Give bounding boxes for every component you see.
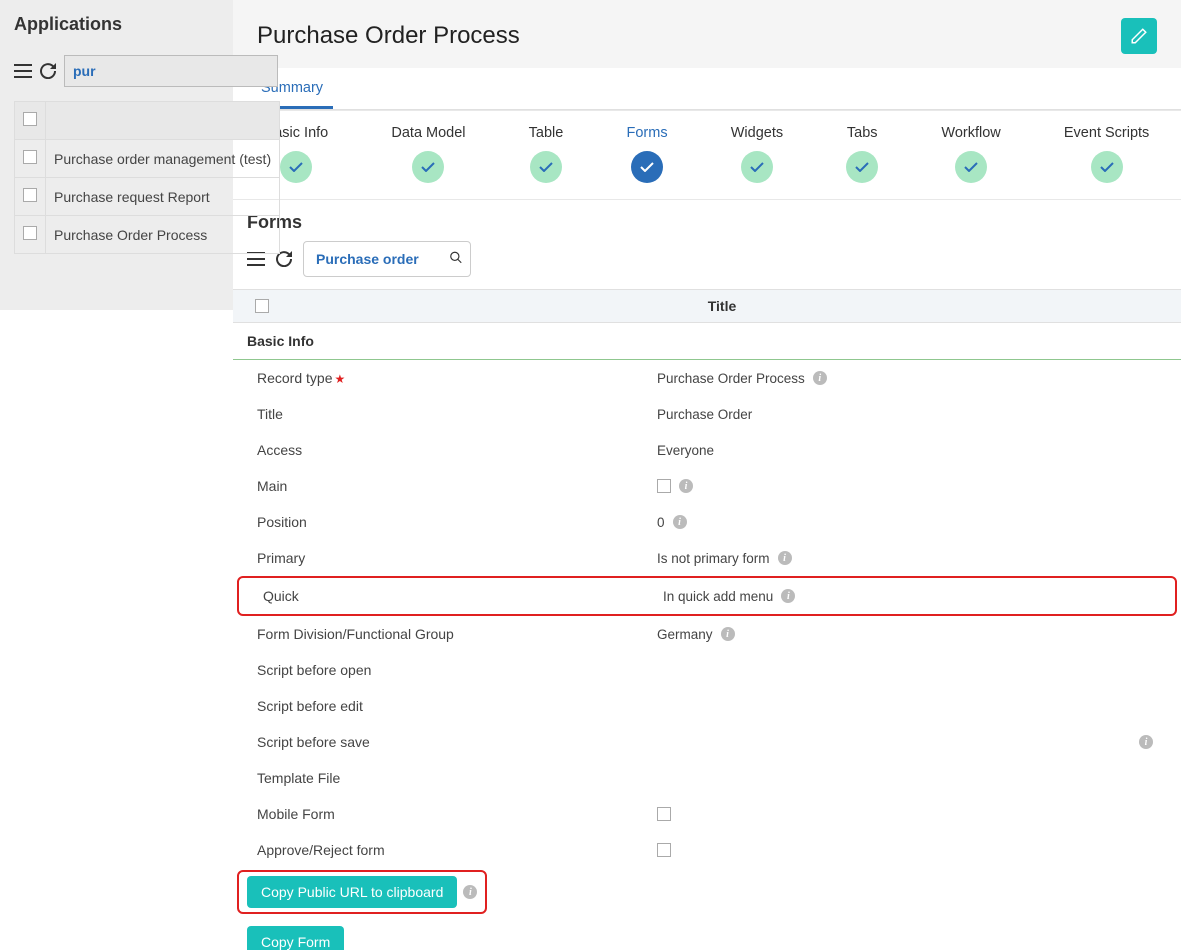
check-icon bbox=[631, 151, 663, 183]
step-workflow[interactable]: Workflow bbox=[941, 125, 1000, 183]
copy-url-button[interactable]: Copy Public URL to clipboard bbox=[247, 876, 457, 908]
field-template: Template File bbox=[233, 760, 1181, 796]
step-table[interactable]: Table bbox=[529, 125, 564, 183]
applications-table: Purchase order management (test) Purchas… bbox=[14, 101, 280, 254]
info-icon[interactable]: i bbox=[1139, 735, 1153, 749]
info-icon[interactable]: i bbox=[679, 479, 693, 493]
copy-form-row: Copy Form bbox=[233, 922, 1181, 950]
row-checkbox[interactable] bbox=[23, 188, 37, 202]
info-icon[interactable]: i bbox=[463, 885, 477, 899]
forms-section-title: Forms bbox=[233, 208, 1181, 241]
check-icon bbox=[955, 151, 987, 183]
refresh-icon[interactable] bbox=[40, 62, 56, 80]
check-icon bbox=[741, 151, 773, 183]
mobile-checkbox[interactable] bbox=[657, 807, 671, 821]
field-primary: Primary Is not primary formi bbox=[233, 540, 1181, 576]
search-icon[interactable] bbox=[449, 251, 463, 268]
field-record-type: Record type★ Purchase Order Processi bbox=[233, 360, 1181, 396]
info-icon[interactable]: i bbox=[813, 371, 827, 385]
info-icon[interactable]: i bbox=[673, 515, 687, 529]
main-panel: Purchase Order Process Summary Basic Inf… bbox=[233, 0, 1181, 950]
row-checkbox[interactable] bbox=[23, 226, 37, 240]
field-script-edit: Script before edit bbox=[233, 688, 1181, 724]
check-icon bbox=[846, 151, 878, 183]
table-row[interactable]: Purchase Order Process bbox=[15, 216, 280, 254]
sidebar: Applications Purchase order management (… bbox=[0, 0, 233, 268]
tab-bar: Summary bbox=[233, 68, 1181, 110]
check-icon bbox=[1091, 151, 1123, 183]
sidebar-title: Applications bbox=[14, 14, 219, 35]
check-icon bbox=[412, 151, 444, 183]
field-quick: Quick In quick add menui bbox=[237, 576, 1177, 616]
content: Forms Title Basic Info Record type★ Purc… bbox=[233, 200, 1181, 950]
select-all-forms-checkbox[interactable] bbox=[255, 299, 269, 313]
column-title: Title bbox=[277, 298, 1167, 314]
check-icon bbox=[280, 151, 312, 183]
app-name: Purchase order management (test) bbox=[46, 140, 280, 178]
field-access: Access Everyone bbox=[233, 432, 1181, 468]
info-icon[interactable]: i bbox=[721, 627, 735, 641]
field-script-open: Script before open bbox=[233, 652, 1181, 688]
field-approve: Approve/Reject form bbox=[233, 832, 1181, 868]
field-mobile: Mobile Form bbox=[233, 796, 1181, 832]
page-title: Purchase Order Process bbox=[257, 22, 520, 50]
check-icon bbox=[530, 151, 562, 183]
step-data-model[interactable]: Data Model bbox=[391, 125, 465, 183]
app-name: Purchase Order Process bbox=[46, 216, 280, 254]
info-icon[interactable]: i bbox=[781, 589, 795, 603]
edit-button[interactable] bbox=[1121, 18, 1157, 54]
step-forms[interactable]: Forms bbox=[626, 125, 667, 183]
app-name: Purchase request Report bbox=[46, 178, 280, 216]
main-checkbox[interactable] bbox=[657, 479, 671, 493]
field-position: Position 0i bbox=[233, 504, 1181, 540]
basic-info-heading: Basic Info bbox=[233, 323, 1181, 360]
field-title: Title Purchase Order bbox=[233, 396, 1181, 432]
select-all-checkbox[interactable] bbox=[23, 112, 37, 126]
table-row[interactable]: Purchase order management (test) bbox=[15, 140, 280, 178]
step-widgets[interactable]: Widgets bbox=[731, 125, 783, 183]
field-script-save: Script before save i bbox=[233, 724, 1181, 760]
steps-nav: Basic Info Data Model Table Forms Widget… bbox=[233, 110, 1181, 200]
field-division: Form Division/Functional Group Germanyi bbox=[233, 616, 1181, 652]
row-checkbox[interactable] bbox=[23, 150, 37, 164]
field-main: Main i bbox=[233, 468, 1181, 504]
step-event-scripts[interactable]: Event Scripts bbox=[1064, 125, 1149, 183]
sidebar-search-input[interactable] bbox=[64, 55, 278, 87]
forms-table-header: Title bbox=[233, 289, 1181, 323]
forms-search-input[interactable] bbox=[303, 241, 471, 277]
table-row[interactable]: Purchase request Report bbox=[15, 178, 280, 216]
required-icon: ★ bbox=[334, 372, 345, 386]
menu-icon[interactable] bbox=[14, 62, 32, 80]
approve-checkbox[interactable] bbox=[657, 843, 671, 857]
info-icon[interactable]: i bbox=[778, 551, 792, 565]
step-tabs[interactable]: Tabs bbox=[846, 125, 878, 183]
copy-url-row: Copy Public URL to clipboard i bbox=[237, 870, 487, 914]
copy-form-button[interactable]: Copy Form bbox=[247, 926, 344, 950]
header: Purchase Order Process bbox=[233, 0, 1181, 68]
